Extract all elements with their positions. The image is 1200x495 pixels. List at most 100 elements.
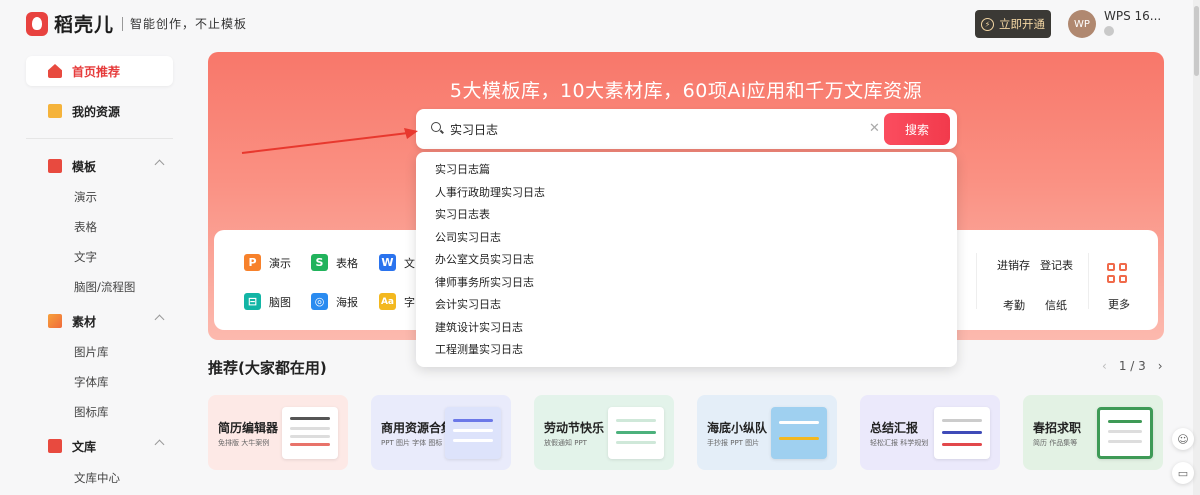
logo-text: 稻壳儿	[54, 14, 115, 36]
card-subtitle: 免排版 大牛案例	[218, 439, 270, 447]
search-input[interactable]	[450, 119, 860, 139]
sidebar-item-fonts[interactable]: 字体库	[74, 374, 109, 390]
tool-doc[interactable]: W 文	[379, 254, 415, 271]
sidebar-item-mindmap[interactable]: 脑图/流程图	[74, 279, 135, 295]
more-grid-icon[interactable]	[1107, 263, 1129, 285]
mindmap-icon: ⊟	[244, 293, 261, 310]
sidebar-item-sheet[interactable]: 表格	[74, 219, 97, 235]
chat-icon[interactable]: ▭	[1172, 462, 1194, 484]
tool-mindmap[interactable]: ⊟ 脑图	[244, 293, 291, 310]
tool-label: 脑图	[269, 295, 291, 309]
avatar[interactable]: WP	[1068, 10, 1096, 38]
sidebar: 首页推荐 我的资源 模板 演示 表格 文字 脑图/流程图 素材 图片库 字体库 …	[0, 46, 190, 495]
sidebar-item-icons[interactable]: 图标库	[74, 404, 109, 420]
resource-pack-icon	[445, 407, 501, 459]
home-icon	[48, 64, 62, 78]
search-button[interactable]: 搜索	[884, 113, 950, 145]
recommend-card[interactable]: 海底小纵队 手抄报 PPT 图片	[697, 395, 837, 470]
vip-open-button[interactable]: ⚡ 立即开通	[975, 10, 1051, 38]
card-title: 简历编辑器	[218, 421, 279, 435]
card-title: 劳动节快乐	[544, 421, 605, 435]
sidebar-group-materials[interactable]: 素材	[26, 306, 173, 336]
suggestion-item[interactable]: 建筑设计实习日志	[435, 319, 523, 335]
sidebar-group-templates[interactable]: 模板	[26, 151, 173, 181]
sidebar-item-label: 我的资源	[72, 104, 121, 119]
annotation-arrow	[241, 128, 418, 154]
recommend-card[interactable]: 简历编辑器 免排版 大牛案例	[208, 395, 348, 470]
sidebar-group-label: 素材	[72, 314, 97, 329]
user-icon[interactable]: ☺	[1172, 428, 1194, 450]
tool-inventory[interactable]: 进销存	[997, 257, 1030, 273]
tool-register[interactable]: 登记表	[1040, 257, 1073, 273]
folder-icon	[48, 104, 62, 118]
sheet-icon: S	[311, 254, 328, 271]
recommend-card[interactable]: 劳动节快乐 放假通知 PPT	[534, 395, 674, 470]
holiday-slide-icon	[608, 407, 664, 459]
search-suggestions: 实习日志篇 人事行政助理实习日志 实习日志表 公司实习日志 办公室文员实习日志 …	[416, 152, 957, 367]
username[interactable]: WPS 16...	[1104, 9, 1161, 23]
tool-letter-paper[interactable]: 信纸	[1045, 297, 1067, 313]
doc-icon: W	[379, 254, 396, 271]
tool-sheet[interactable]: S 表格	[311, 254, 358, 271]
suggestion-item[interactable]: 实习日志篇	[435, 161, 490, 177]
divider	[976, 253, 977, 309]
sidebar-item-library-center[interactable]: 文库中心	[74, 470, 120, 486]
sidebar-divider	[26, 138, 173, 139]
top-bar: 稻壳儿 智能创作，不止模板 ⚡ 立即开通 WP WPS 16...	[0, 0, 1200, 46]
poster-icon: ◎	[311, 293, 328, 310]
card-subtitle: 放假通知 PPT	[544, 439, 587, 447]
chevron-left-icon[interactable]: ‹	[1102, 359, 1107, 373]
tool-label: 表格	[336, 256, 358, 270]
logo-slogan: 智能创作，不止模板	[130, 17, 248, 31]
suggestion-item[interactable]: 实习日志表	[435, 206, 490, 222]
chevron-up-icon[interactable]	[154, 159, 165, 170]
font-icon: Aa	[379, 293, 396, 310]
report-slide-icon	[934, 407, 990, 459]
member-badge-icon	[1104, 26, 1114, 36]
card-title: 总结汇报	[870, 421, 919, 435]
scrollbar-thumb[interactable]	[1194, 6, 1199, 76]
sidebar-item-home[interactable]: 首页推荐	[26, 56, 173, 86]
sidebar-item-ppt[interactable]: 演示	[74, 189, 97, 205]
divider	[1088, 253, 1089, 309]
card-title: 商用资源合集	[381, 421, 454, 435]
recommend-card[interactable]: 总结汇报 轻松汇报 科学规划	[860, 395, 1000, 470]
sidebar-item-images[interactable]: 图片库	[74, 344, 109, 360]
suggestion-item[interactable]: 会计实习日志	[435, 296, 501, 312]
suggestion-item[interactable]: 工程测量实习日志	[435, 341, 523, 357]
suggestion-item[interactable]: 公司实习日志	[435, 229, 501, 245]
book-icon	[48, 439, 62, 453]
more-label[interactable]: 更多	[1108, 296, 1130, 312]
vip-label: 立即开通	[999, 17, 1045, 31]
sidebar-item-doc[interactable]: 文字	[74, 249, 97, 265]
recommend-card[interactable]: 商用资源合集 PPT 图片 字体 图标	[371, 395, 511, 470]
sidebar-group-label: 模板	[72, 159, 97, 174]
page-indicator: 1 / 3	[1118, 359, 1146, 373]
recommend-card[interactable]: 春招求职 简历 作品集等	[1023, 395, 1163, 470]
tool-poster[interactable]: ◎ 海报	[311, 293, 358, 310]
suggestion-item[interactable]: 律师事务所实习日志	[435, 274, 534, 290]
logo[interactable]: 稻壳儿 智能创作，不止模板	[26, 10, 247, 37]
image-material-icon	[48, 314, 62, 328]
sidebar-group-label: 文库	[72, 439, 97, 454]
clear-icon[interactable]: ✕	[869, 121, 880, 136]
chevron-up-icon[interactable]	[154, 314, 165, 325]
tool-label: 海报	[336, 295, 358, 309]
suggestion-item[interactable]: 人事行政助理实习日志	[435, 184, 545, 200]
job-resume-icon	[1097, 407, 1153, 459]
logo-divider	[122, 16, 124, 31]
card-title: 海底小纵队	[707, 421, 768, 435]
sidebar-group-library[interactable]: 文库	[26, 431, 173, 461]
sidebar-item-resources[interactable]: 我的资源	[26, 96, 173, 126]
tool-label: 演示	[269, 256, 291, 270]
search-bar: ✕ 搜索	[416, 109, 957, 149]
tool-attendance[interactable]: 考勤	[1003, 297, 1025, 313]
suggestion-item[interactable]: 办公室文员实习日志	[435, 251, 534, 267]
tool-font[interactable]: Aa 字	[379, 293, 415, 310]
logo-icon	[26, 11, 48, 36]
chevron-right-icon[interactable]: ›	[1158, 359, 1163, 373]
chevron-up-icon[interactable]	[154, 439, 165, 450]
card-subtitle: PPT 图片 字体 图标	[381, 439, 443, 447]
tool-ppt[interactable]: P 演示	[244, 254, 291, 271]
card-subtitle: 手抄报 PPT 图片	[707, 439, 760, 447]
